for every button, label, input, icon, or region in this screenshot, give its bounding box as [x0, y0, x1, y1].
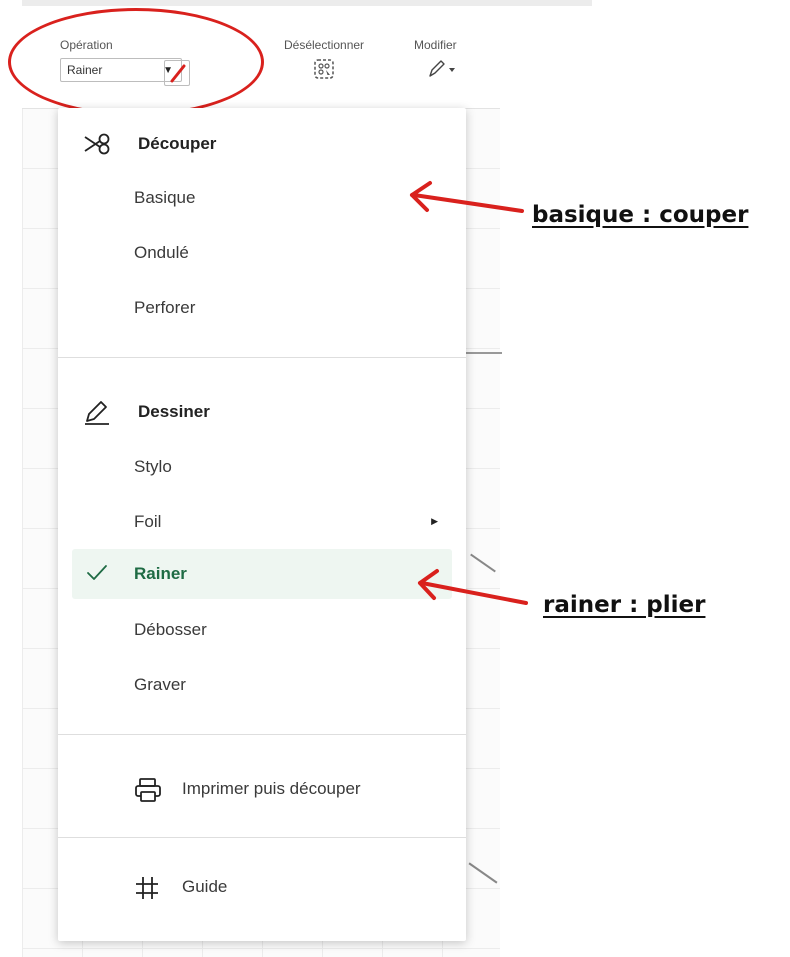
annotation-rainer: rainer : plier	[543, 592, 706, 618]
arrow-left-icon	[418, 569, 528, 605]
arrow-left-icon	[410, 181, 524, 213]
screenshot-stage: Opération Rainer ▼ Désélectionner Modifi…	[0, 0, 790, 957]
annotation-basique: basique : couper	[532, 202, 749, 228]
annotation-overlay	[410, 181, 528, 605]
